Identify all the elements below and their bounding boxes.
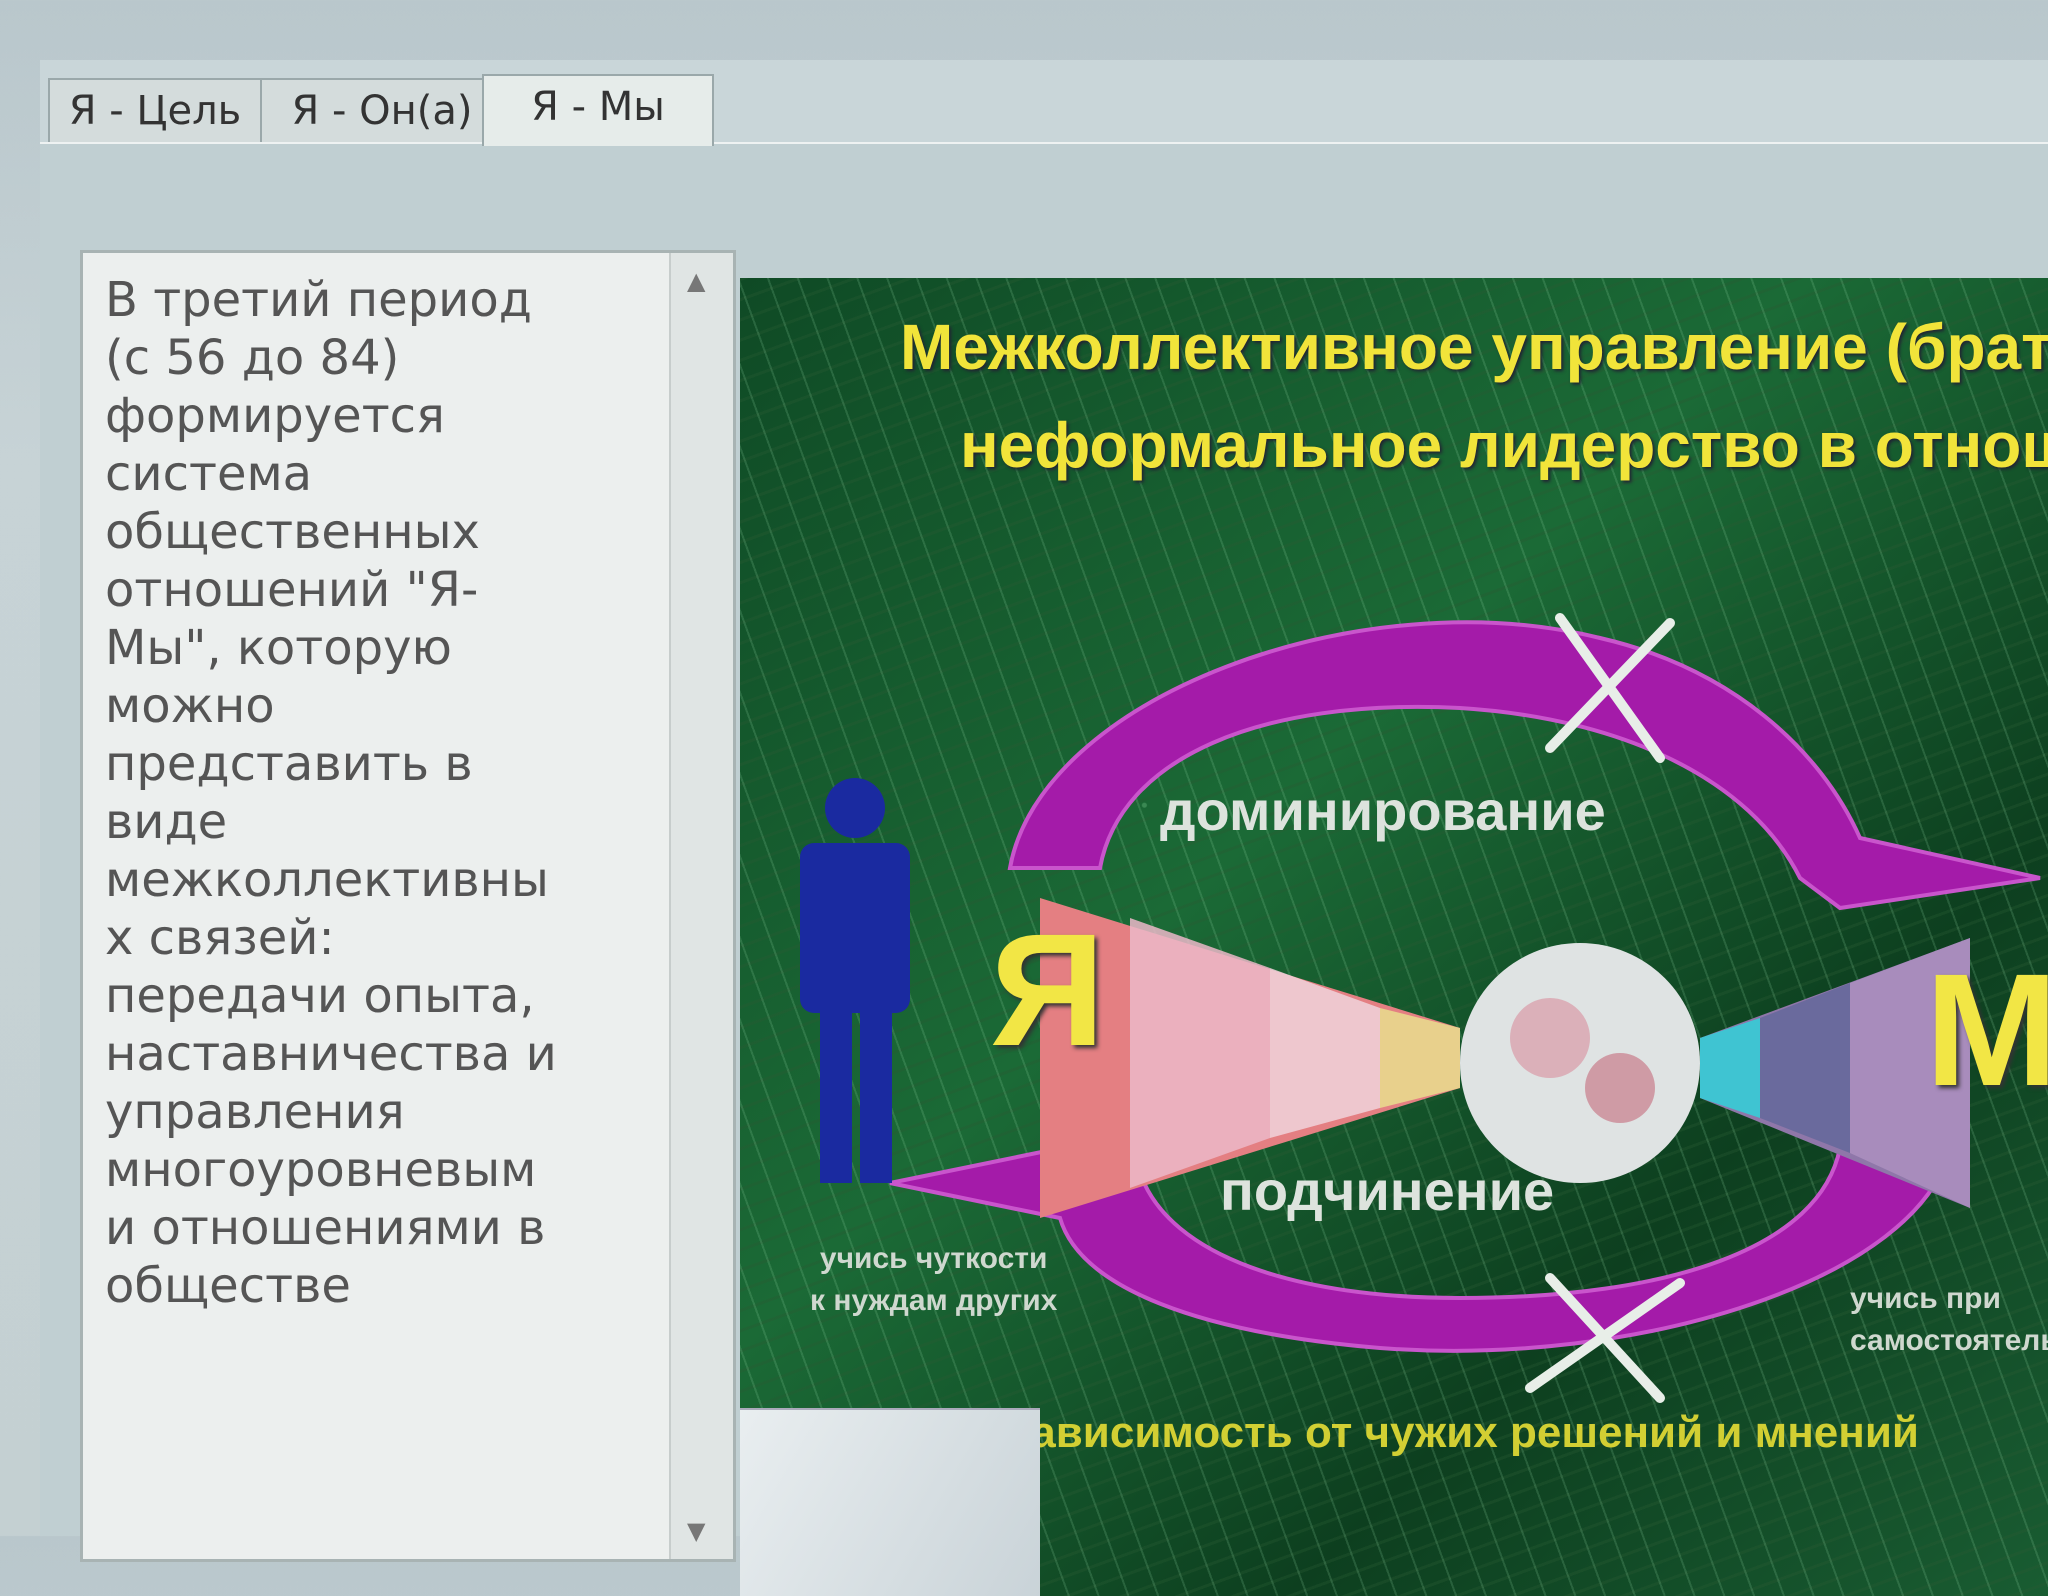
tab-bar: Я - Цель Я - Он(а) Я - Мы	[40, 60, 2048, 146]
tab-ya-goal[interactable]: Я - Цель	[48, 78, 262, 142]
slide-title-line-1: Межколлективное управление (брат -	[900, 311, 2048, 383]
tab-ya-we[interactable]: Я - Мы	[482, 74, 714, 146]
right-note: учись при самостоятельн	[1850, 1282, 2048, 1357]
small-person-icon	[2040, 1478, 2048, 1596]
label-submission: подчинение	[1220, 1159, 1555, 1222]
label-ya: Я	[990, 900, 1105, 1079]
bottom-caption: зависимость от чужих решений и мнений	[1010, 1408, 1919, 1457]
label-my: Мы	[1925, 940, 2048, 1119]
app-window: Я - Цель Я - Он(а) Я - Мы В третий перио…	[40, 60, 2048, 1596]
description-text: В третий период (с 56 до 84) формируется…	[105, 272, 557, 1314]
label-dominance: доминирование	[1160, 779, 1606, 842]
scroll-down-icon[interactable]: ▼	[687, 1517, 705, 1545]
top-arrow	[1007, 620, 2041, 911]
person-icon	[800, 778, 910, 1183]
tab-ya-he-she[interactable]: Я - Он(а)	[260, 78, 504, 142]
scroll-up-icon[interactable]: ▲	[687, 267, 705, 295]
thumbnail-image	[740, 1408, 1040, 1596]
left-note: учись чуткости к нуждам других	[810, 1242, 1058, 1317]
slide-title-line-2: неформальное лидерство в отноше	[960, 409, 2048, 481]
vertical-scrollbar[interactable]: ▲ ▼	[669, 253, 733, 1559]
slide-image: Межколлективное управление (брат - нефор…	[740, 278, 2048, 1596]
description-textbox[interactable]: В третий период (с 56 до 84) формируется…	[80, 250, 736, 1562]
